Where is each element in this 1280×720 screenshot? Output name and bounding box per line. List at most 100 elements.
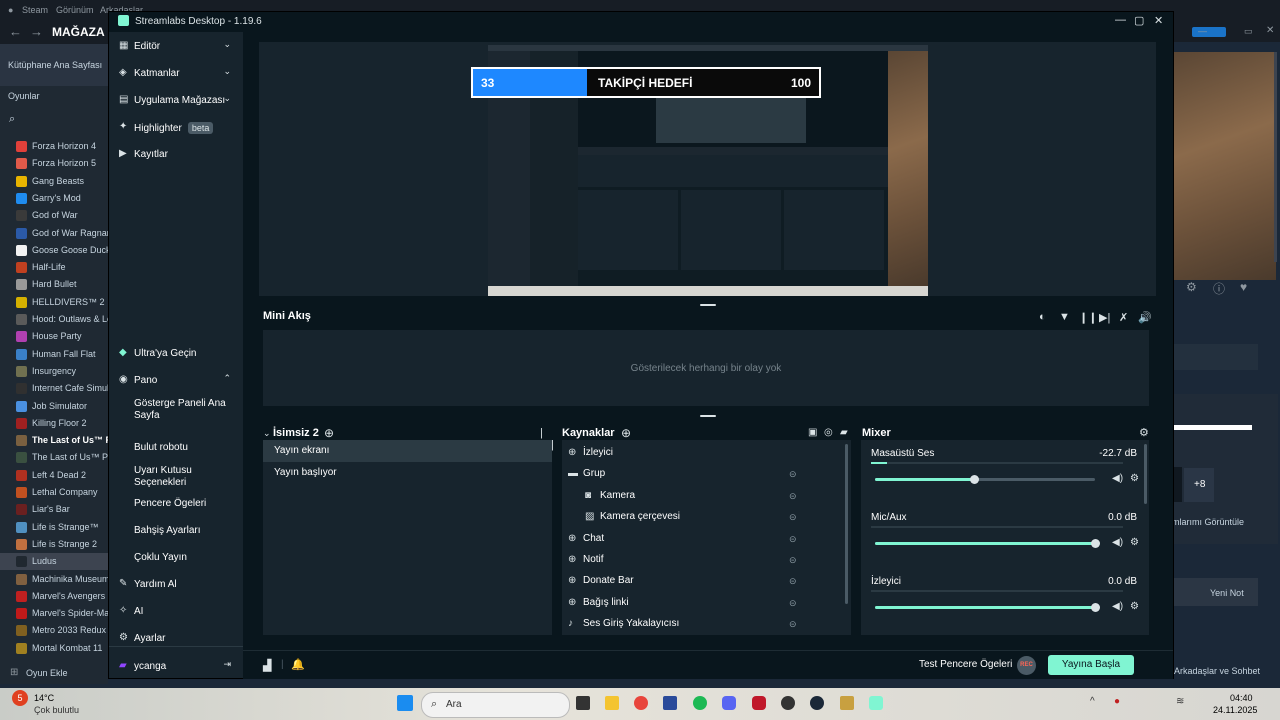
steam-menu-steam[interactable]: Steam (22, 5, 48, 15)
chevron-down-icon[interactable]: ⌄ (263, 428, 271, 439)
source-item[interactable]: ⊕ Chat ⊝ (562, 531, 842, 551)
multistream-link[interactable]: Çoklu Yayın (134, 552, 187, 563)
steam-menu-view[interactable]: Görünüm (56, 5, 94, 15)
shield-icon[interactable]: ◐ (1039, 311, 1046, 323)
resize-handle[interactable] (700, 415, 716, 417)
volume-slider[interactable] (875, 603, 1100, 612)
chevron-up-icon[interactable]: ^ (1090, 696, 1095, 707)
add-folder-icon[interactable]: ▰ (840, 427, 848, 438)
spotify-icon[interactable] (693, 696, 707, 710)
steam-game-item[interactable]: Goose Goose Duck (0, 242, 108, 259)
add-game-icon[interactable]: ⊞ (10, 667, 18, 678)
slider-knob[interactable] (1091, 603, 1100, 612)
steam-game-item[interactable]: Life is Strange 2 (0, 536, 108, 553)
volume-slider[interactable] (875, 475, 1095, 484)
widgets-link[interactable]: Pencere Ögeleri (134, 498, 206, 509)
app-gold-icon[interactable] (840, 696, 854, 710)
gear-icon[interactable]: ⚙ (1186, 280, 1197, 294)
speaker-icon[interactable]: ◀) (1112, 601, 1123, 612)
lock-icon[interactable]: ⊝ (789, 576, 797, 587)
network-icon[interactable]: ≋ (1176, 696, 1184, 707)
steam-game-item[interactable]: The Last of Us™ Part I (0, 432, 108, 449)
gear-icon[interactable]: ⚙ (1130, 601, 1139, 612)
steam-game-item[interactable]: Marvel's Spider-Man (0, 605, 108, 622)
dashboard-home-link[interactable]: Gösterge Paneli Ana Sayfa (134, 398, 234, 422)
selective-recording-icon[interactable]: ▣ (808, 427, 817, 438)
test-widgets-button[interactable]: Test Pencere Ögeleri (919, 659, 1012, 670)
friends-chat-button[interactable]: Arkadaşlar ve Sohbet (1174, 666, 1260, 676)
steam-game-item[interactable]: House Party (0, 328, 108, 345)
lock-icon[interactable]: ⊝ (789, 555, 797, 566)
steam-game-item[interactable]: Gang Beasts (0, 173, 108, 190)
start-icon[interactable] (397, 695, 413, 711)
steam-game-item[interactable]: Garry's Mod (0, 190, 108, 207)
source-item[interactable]: ▬ Grup ⊝ (562, 466, 842, 486)
app-icon[interactable] (663, 696, 677, 710)
steam-game-item[interactable]: Forza Horizon 5 (0, 155, 108, 172)
scene-collection-title[interactable]: İsimsiz 2 (273, 427, 319, 439)
steam-game-item[interactable]: Half-Life (0, 259, 108, 276)
remove-source-icon[interactable]: ◎ (824, 427, 833, 438)
steam-game-item[interactable]: Forza Horizon 4 (0, 138, 108, 155)
go-live-button[interactable]: Yayına Başla (1048, 655, 1134, 675)
lock-icon[interactable]: ⊝ (789, 512, 797, 523)
volume-icon[interactable]: 🔊 (1138, 311, 1152, 324)
lock-icon[interactable]: ⊝ (789, 491, 797, 502)
obs-icon[interactable] (781, 696, 795, 710)
steam-game-item[interactable]: Insurgency (0, 363, 108, 380)
speaker-icon[interactable]: ◀) (1112, 537, 1123, 548)
filter-icon[interactable]: ▼ (1059, 311, 1070, 323)
heart-icon[interactable]: ♥ (1240, 280, 1247, 294)
scrollbar[interactable] (845, 444, 848, 604)
library-home-link[interactable]: Kütüphane Ana Sayfası (8, 60, 102, 70)
file-explorer-icon[interactable] (605, 696, 619, 710)
nav-user[interactable]: ▰ ycanga ⇥ (119, 658, 235, 676)
screenshot-count[interactable]: +8 (1194, 479, 1205, 490)
nav-ultra[interactable]: ◆ Ultra'ya Geçin (119, 345, 235, 363)
nav-help[interactable]: ✎ Yardım Al (119, 576, 235, 594)
weather-temp[interactable]: 14°C (34, 693, 54, 703)
close-icon[interactable]: ✕ (1154, 14, 1163, 27)
stream-preview[interactable]: 33 TAKİPÇİ HEDEFİ 100 (259, 42, 1156, 296)
clock-date[interactable]: 24.11.2025 (1213, 705, 1257, 715)
steam-icon[interactable] (810, 696, 824, 710)
gear-icon[interactable]: ⚙ (1130, 473, 1139, 484)
lock-icon[interactable]: ⊝ (789, 469, 797, 480)
gear-icon[interactable]: ⚙ (1139, 426, 1149, 439)
scene-item[interactable]: Yayın başlıyor (263, 462, 552, 484)
chrome-icon[interactable] (634, 696, 648, 710)
nav-editor[interactable]: ▦ Editör ⌄ (119, 38, 235, 56)
app-red-icon[interactable] (752, 696, 766, 710)
steam-game-item[interactable]: Ludus (0, 553, 108, 571)
tip-settings-link[interactable]: Bahşiş Ayarları (134, 525, 201, 536)
add-scene-icon[interactable]: ⊕ (324, 426, 334, 440)
steam-game-item[interactable]: The Last of Us™ Part II (0, 449, 108, 466)
steam-game-item[interactable]: Liar's Bar (0, 501, 108, 518)
lock-icon[interactable]: ⊝ (789, 619, 797, 630)
discord-icon[interactable] (722, 696, 736, 710)
source-item[interactable]: ♪ Ses Giriş Yakalayıcısı ⊝ (562, 616, 842, 636)
nav-layers[interactable]: ◈ Katmanlar ⌄ (119, 65, 235, 83)
task-view-icon[interactable] (576, 696, 590, 710)
add-source-icon[interactable]: ⊕ (621, 426, 631, 440)
steam-game-item[interactable]: Job Simulator (0, 398, 108, 415)
source-item[interactable]: ⊕ Bağış linki ⊝ (562, 595, 842, 615)
notification-badge[interactable]: 5 (12, 690, 28, 706)
scene-item[interactable]: Yayın ekranı (263, 440, 552, 462)
steam-window-maximize-icon[interactable]: ▭ (1244, 26, 1253, 37)
add-game-button[interactable]: Oyun Ekle (26, 668, 68, 678)
cloudbot-link[interactable]: Bulut robotu (134, 442, 188, 453)
steam-window-minimize-icon[interactable]: — (1198, 26, 1207, 36)
volume-slider[interactable] (875, 539, 1100, 548)
new-note-button[interactable]: Yeni Not (1210, 588, 1244, 598)
steam-game-item[interactable]: God of War Ragnarök (0, 225, 108, 242)
mute-alerts-icon[interactable]: ✗ (1119, 311, 1128, 324)
back-arrow-icon[interactable]: ← (9, 24, 22, 39)
source-item[interactable]: ⊕ İzleyici (562, 445, 842, 465)
source-item[interactable]: ⊕ Donate Bar ⊝ (562, 573, 842, 593)
steam-game-item[interactable]: God of War (0, 207, 108, 224)
steam-game-item[interactable]: Machinika Museum (0, 571, 108, 588)
notifications-bell-icon[interactable]: 🔔 (291, 658, 305, 671)
slider-knob[interactable] (970, 475, 979, 484)
nav-ai[interactable]: ✧ AI (119, 603, 235, 621)
